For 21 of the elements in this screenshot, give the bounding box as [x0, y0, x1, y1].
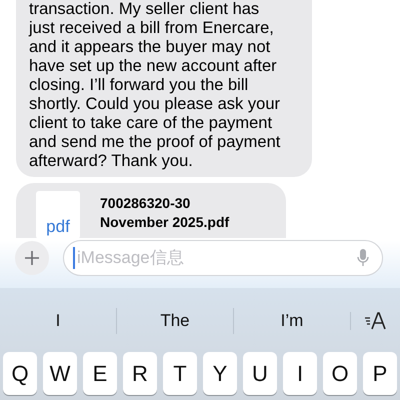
suggestion-word[interactable]: The — [160, 308, 190, 334]
message-field[interactable]: iMessage信息 — [63, 240, 383, 276]
key[interactable]: R — [123, 352, 157, 395]
attachment-bubble[interactable]: pdf 700286320-30 November 2025.pdf — [16, 183, 286, 238]
text-format-icon[interactable] — [364, 312, 386, 330]
key[interactable]: O — [323, 352, 357, 395]
text-cursor — [73, 247, 75, 269]
key[interactable]: I — [283, 352, 317, 395]
key[interactable]: U — [243, 352, 277, 395]
key[interactable]: E — [83, 352, 117, 395]
file-type-label: pdf — [46, 218, 70, 235]
key[interactable]: P — [363, 352, 397, 395]
key[interactable]: T — [163, 352, 197, 395]
file-name: 700286320-30 November 2025.pdf — [100, 194, 230, 232]
suggestion-word[interactable]: I — [56, 308, 60, 334]
key[interactable]: Q — [3, 352, 37, 395]
plus-icon — [25, 251, 39, 265]
message-text: transaction. My seller client has just received a bill from Enercare, and it appears the buyer may not have set up the new account after closing. I’ll forward you the bill shortly. Could you please ask your client to take care of the payment and send me the proof of payment afterward? Thank you. — [29, 0, 282, 171]
key[interactable]: W — [43, 352, 77, 395]
key[interactable]: Y — [203, 352, 237, 395]
suggestion-word[interactable]: I’m — [280, 308, 304, 334]
